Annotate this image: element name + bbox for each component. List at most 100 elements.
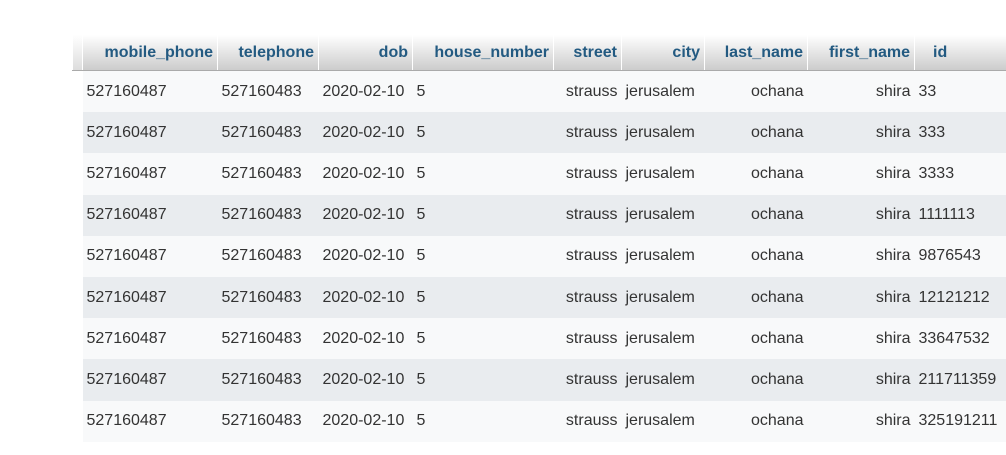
cell-first-name[interactable]: shira bbox=[807, 400, 915, 442]
cell-house-number[interactable]: 5 bbox=[412, 318, 554, 360]
cell-last-name[interactable]: ochana bbox=[704, 70, 808, 113]
cell-dob[interactable]: 2020-02-10 bbox=[318, 194, 413, 236]
cell-house-number[interactable]: 5 bbox=[412, 235, 554, 277]
cell-street[interactable]: strauss bbox=[553, 235, 622, 277]
cell-mobile-phone[interactable]: 527160487 bbox=[82, 359, 218, 401]
cell-street[interactable]: strauss bbox=[553, 70, 622, 113]
table-row[interactable]: 527160487 527160483 2020-02-10 5 strauss jeru… bbox=[72, 235, 1006, 277]
cell-first-name[interactable]: shira bbox=[807, 235, 915, 277]
cell-city[interactable]: jerusalem bbox=[621, 400, 705, 442]
cell-last-name[interactable]: ochana bbox=[704, 235, 808, 277]
column-header-house-number[interactable]: house_number bbox=[412, 35, 554, 71]
cell-city[interactable]: jerusalem bbox=[621, 153, 705, 195]
cell-telephone[interactable]: 527160483 bbox=[217, 400, 319, 442]
cell-id[interactable]: 33647532 bbox=[914, 318, 1006, 360]
cell-telephone[interactable]: 527160483 bbox=[217, 194, 319, 236]
cell-first-name[interactable]: shira bbox=[807, 70, 915, 113]
table-row[interactable]: 527160487 527160483 2020-02-10 5 strauss jeru… bbox=[72, 276, 1006, 319]
column-header-first-name[interactable]: first_name bbox=[807, 35, 915, 71]
cell-house-number[interactable]: 5 bbox=[412, 194, 554, 236]
cell-mobile-phone[interactable]: 527160487 bbox=[82, 400, 218, 442]
column-header-telephone[interactable]: telephone bbox=[217, 35, 319, 71]
cell-telephone[interactable]: 527160483 bbox=[217, 235, 319, 277]
cell-id[interactable]: 1111113 bbox=[914, 194, 1006, 236]
cell-first-name[interactable]: shira bbox=[807, 276, 915, 319]
cell-last-name[interactable]: ochana bbox=[704, 276, 808, 319]
cell-street[interactable]: strauss bbox=[553, 359, 622, 401]
table-row[interactable]: 527160487 527160483 2020-02-10 5 strauss jeru… bbox=[72, 318, 1006, 360]
cell-city[interactable]: jerusalem bbox=[621, 70, 705, 113]
cell-id[interactable]: 9876543 bbox=[914, 235, 1006, 277]
cell-mobile-phone[interactable]: 527160487 bbox=[82, 276, 218, 319]
cell-dob[interactable]: 2020-02-10 bbox=[318, 400, 413, 442]
cell-dob[interactable]: 2020-02-10 bbox=[318, 318, 413, 360]
cell-house-number[interactable]: 5 bbox=[412, 70, 554, 113]
cell-id[interactable]: 211711359 bbox=[914, 359, 1006, 401]
cell-mobile-phone[interactable]: 527160487 bbox=[82, 318, 218, 360]
cell-street[interactable]: strauss bbox=[553, 194, 622, 236]
cell-street[interactable]: strauss bbox=[553, 276, 622, 319]
cell-street[interactable]: strauss bbox=[553, 318, 622, 360]
cell-id[interactable]: 33 bbox=[914, 70, 1006, 113]
cell-city[interactable]: jerusalem bbox=[621, 235, 705, 277]
cell-dob[interactable]: 2020-02-10 bbox=[318, 112, 413, 154]
cell-last-name[interactable]: ochana bbox=[704, 359, 808, 401]
table-row[interactable]: 527160487 527160483 2020-02-10 5 strauss jeru… bbox=[72, 194, 1006, 236]
cell-mobile-phone[interactable]: 527160487 bbox=[82, 194, 218, 236]
cell-telephone[interactable]: 527160483 bbox=[217, 359, 319, 401]
cell-dob[interactable]: 2020-02-10 bbox=[318, 359, 413, 401]
column-header-mobile-phone[interactable]: mobile_phone bbox=[82, 35, 218, 71]
cell-mobile-phone[interactable]: 527160487 bbox=[82, 112, 218, 154]
cell-first-name[interactable]: shira bbox=[807, 359, 915, 401]
cell-house-number[interactable]: 5 bbox=[412, 400, 554, 442]
cell-telephone[interactable]: 527160483 bbox=[217, 153, 319, 195]
cell-mobile-phone[interactable]: 527160487 bbox=[82, 70, 218, 113]
cell-street[interactable]: strauss bbox=[553, 400, 622, 442]
cell-last-name[interactable]: ochana bbox=[704, 400, 808, 442]
column-header-id[interactable]: id bbox=[914, 35, 1006, 71]
cell-dob[interactable]: 2020-02-10 bbox=[318, 276, 413, 319]
cell-city[interactable]: jerusalem bbox=[621, 276, 705, 319]
cell-mobile-phone[interactable]: 527160487 bbox=[82, 235, 218, 277]
cell-id[interactable]: 333 bbox=[914, 112, 1006, 154]
column-header-last-name[interactable]: last_name bbox=[704, 35, 808, 71]
table-row[interactable]: 527160487 527160483 2020-02-10 5 strauss jeru… bbox=[72, 400, 1006, 442]
column-header-dob[interactable]: dob bbox=[318, 35, 413, 71]
cell-house-number[interactable]: 5 bbox=[412, 153, 554, 195]
cell-id[interactable]: 12121212 bbox=[914, 276, 1006, 319]
cell-telephone[interactable]: 527160483 bbox=[217, 112, 319, 154]
cell-telephone[interactable]: 527160483 bbox=[217, 70, 319, 113]
cell-telephone[interactable]: 527160483 bbox=[217, 276, 319, 319]
cell-last-name[interactable]: ochana bbox=[704, 318, 808, 360]
cell-house-number[interactable]: 5 bbox=[412, 112, 554, 154]
cell-city[interactable]: jerusalem bbox=[621, 112, 705, 154]
table-row[interactable]: 527160487 527160483 2020-02-10 5 strauss jeru… bbox=[72, 153, 1006, 195]
table-row[interactable]: 527160487 527160483 2020-02-10 5 strauss jeru… bbox=[72, 112, 1006, 154]
cell-first-name[interactable]: shira bbox=[807, 112, 915, 154]
cell-last-name[interactable]: ochana bbox=[704, 112, 808, 154]
cell-dob[interactable]: 2020-02-10 bbox=[318, 235, 413, 277]
cell-house-number[interactable]: 5 bbox=[412, 276, 554, 319]
cell-mobile-phone[interactable]: 527160487 bbox=[82, 153, 218, 195]
cell-dob[interactable]: 2020-02-10 bbox=[318, 153, 413, 195]
cell-last-name[interactable]: ochana bbox=[704, 153, 808, 195]
cell-telephone[interactable]: 527160483 bbox=[217, 318, 319, 360]
cell-dob[interactable]: 2020-02-10 bbox=[318, 70, 413, 113]
row-gutter bbox=[72, 318, 83, 360]
table-row[interactable]: 527160487 527160483 2020-02-10 5 strauss jeru… bbox=[72, 70, 1006, 113]
cell-street[interactable]: strauss bbox=[553, 112, 622, 154]
cell-house-number[interactable]: 5 bbox=[412, 359, 554, 401]
table-row[interactable]: 527160487 527160483 2020-02-10 5 strauss jeru… bbox=[72, 359, 1006, 401]
cell-first-name[interactable]: shira bbox=[807, 194, 915, 236]
cell-first-name[interactable]: shira bbox=[807, 318, 915, 360]
cell-city[interactable]: jerusalem bbox=[621, 318, 705, 360]
cell-city[interactable]: jerusalem bbox=[621, 359, 705, 401]
cell-street[interactable]: strauss bbox=[553, 153, 622, 195]
cell-id[interactable]: 325191211 bbox=[914, 400, 1006, 442]
cell-id[interactable]: 3333 bbox=[914, 153, 1006, 195]
cell-city[interactable]: jerusalem bbox=[621, 194, 705, 236]
column-header-city[interactable]: city bbox=[621, 35, 705, 71]
cell-last-name[interactable]: ochana bbox=[704, 194, 808, 236]
cell-first-name[interactable]: shira bbox=[807, 153, 915, 195]
column-header-street[interactable]: street bbox=[553, 35, 622, 71]
